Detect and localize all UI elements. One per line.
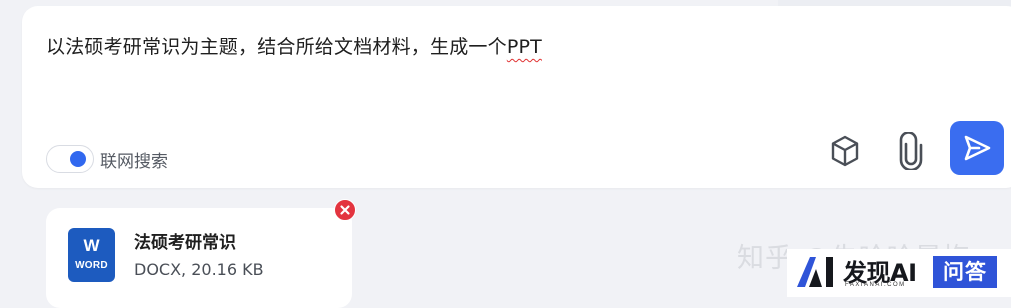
- paperclip-icon: [899, 132, 923, 170]
- remove-attachment-button[interactable]: [334, 199, 356, 221]
- web-search-toggle-group[interactable]: 联网搜索: [46, 144, 168, 174]
- attachment-card[interactable]: W WORD 法硕考研常识 DOCX, 20.16 KB: [46, 208, 352, 308]
- cube-button[interactable]: [822, 128, 868, 174]
- attachment-name: 法硕考研常识: [134, 233, 236, 253]
- web-search-label: 联网搜索: [100, 151, 168, 172]
- ai-logo-icon: [797, 257, 833, 287]
- attachment-meta: DOCX, 20.16 KB: [134, 260, 264, 279]
- brand-tag: 问答: [933, 256, 997, 288]
- attach-button[interactable]: [888, 128, 934, 174]
- word-icon-letter: W: [83, 236, 100, 255]
- brand-subtitle: FAXIANAI.COM: [845, 282, 906, 288]
- toggle-knob: [70, 151, 86, 167]
- web-search-toggle[interactable]: [46, 145, 94, 173]
- cube-icon: [831, 135, 859, 167]
- brand-watermark: 发现AI FAXIANAI.COM 问答: [787, 249, 1011, 297]
- prompt-ppt-text: PPT: [506, 36, 542, 58]
- prompt-input-text[interactable]: 以法硕考研常识为主题，结合所给文档材料，生成一个PPT: [46, 32, 542, 59]
- send-button[interactable]: [950, 121, 1004, 175]
- close-icon: [340, 205, 350, 215]
- prompt-main-text: 以法硕考研常识为主题，结合所给文档材料，生成一个: [46, 36, 507, 58]
- send-icon: [964, 135, 991, 161]
- word-icon-label: WORD: [75, 260, 108, 271]
- word-file-icon: W WORD: [68, 228, 115, 282]
- chat-input-box[interactable]: 以法硕考研常识为主题，结合所给文档材料，生成一个PPT 联网搜索: [22, 6, 1011, 188]
